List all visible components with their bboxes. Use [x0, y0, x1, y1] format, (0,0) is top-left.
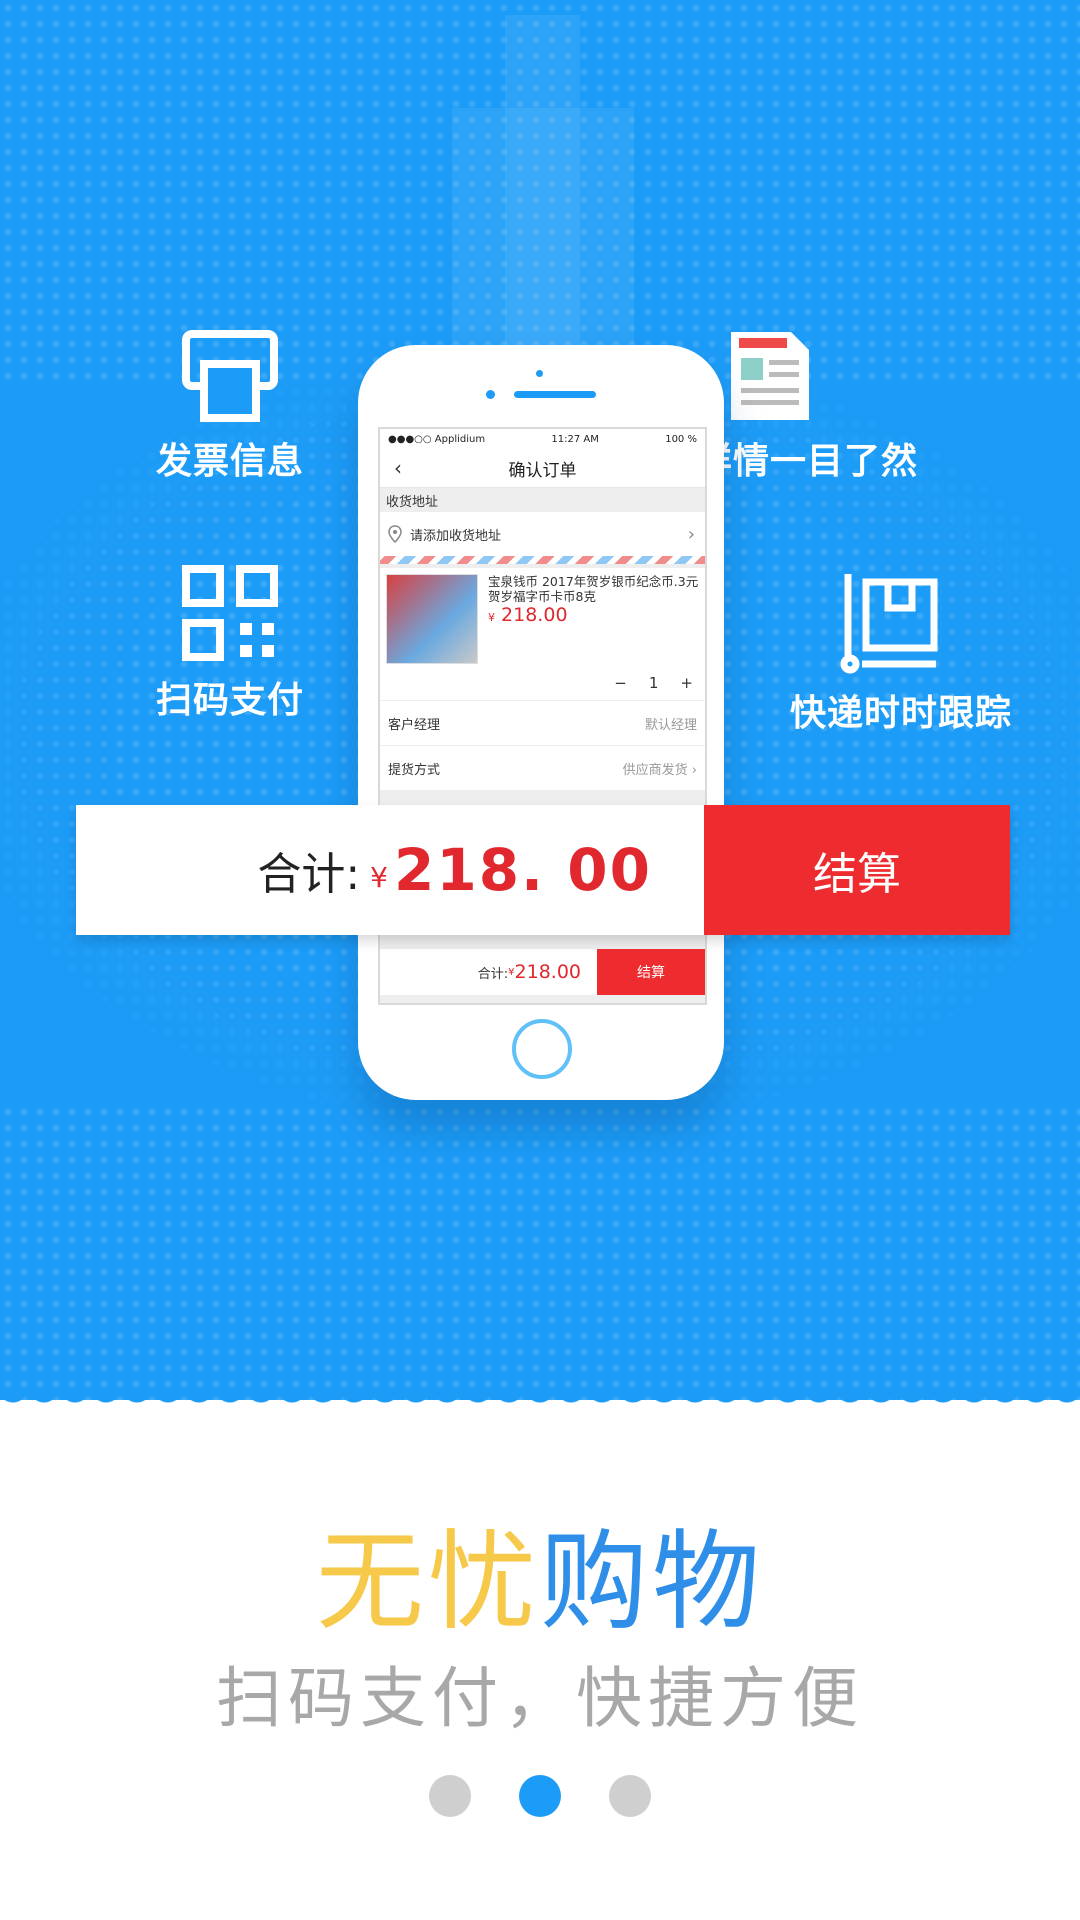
qty-plus-button[interactable]: + [680, 674, 693, 692]
home-button [512, 1019, 572, 1079]
manager-row[interactable]: 客户经理 默认经理 [380, 701, 705, 746]
phone-checkout-bar: 合计: ¥218.00 结算 [380, 949, 705, 995]
total-label: 合计: [257, 849, 361, 900]
phone-speaker [514, 391, 596, 398]
feature-invoice: 发票信息 [140, 330, 320, 484]
document-icon [731, 332, 809, 420]
page-dot[interactable] [429, 1775, 471, 1817]
nav-title: 确认订单 [508, 460, 577, 481]
status-bar: ●●●○○ Applidium 11:27 AM 100 % [380, 429, 705, 449]
total-amount: 218. 00 [393, 836, 652, 904]
phone-pay-button[interactable]: 结算 [597, 949, 705, 995]
subtitle: 扫码支付，快捷方便 [216, 1660, 864, 1737]
currency-symbol: ¥ [370, 860, 388, 894]
feature-invoice-label: 发票信息 [155, 441, 304, 482]
add-address-row[interactable]: 请添加收货地址 › [380, 512, 705, 556]
qr-code-icon [182, 565, 278, 661]
page-dot-active[interactable] [519, 1775, 561, 1817]
delivery-method-row[interactable]: 提货方式 供应商发货 › [380, 746, 705, 791]
product-name: 宝泉钱币 2017年贺岁银币纪念币.3元贺岁福字币卡币8克 [488, 574, 699, 604]
product-card: 宝泉钱币 2017年贺岁银币纪念币.3元贺岁福字币卡币8克 ¥ 218.00 [380, 568, 705, 666]
product-thumbnail [386, 574, 478, 664]
feature-scan-pay: 扫码支付 [140, 565, 320, 723]
checkout-button[interactable]: 结算 [704, 805, 1010, 935]
chevron-right-icon: › [687, 523, 695, 545]
feature-tracking: 快递时时跟踪 [790, 570, 1013, 736]
hero-banner: 发票信息 订单详情一目了然 扫码支付 快递时时跟踪 ●●●○○ Applidiu… [0, 0, 1080, 1400]
airmail-stripe [380, 556, 705, 564]
checkout-callout: 合计: ¥ 218. 00 结算 [76, 805, 1010, 935]
delivery-box-icon [840, 574, 938, 674]
qty-value: 1 [648, 674, 659, 692]
qty-minus-button[interactable]: − [614, 674, 627, 692]
page-dot[interactable] [609, 1775, 651, 1817]
printer-icon [182, 330, 278, 422]
feature-scan-pay-label: 扫码支付 [155, 680, 304, 721]
quantity-stepper: − 1 + [380, 666, 705, 701]
phone-total: 218.00 [514, 961, 581, 983]
phone-mockup: ●●●○○ Applidium 11:27 AM 100 % ‹ 确认订单 收货… [358, 345, 724, 1100]
add-address-label: 请添加收货地址 [410, 528, 502, 544]
feature-tracking-label: 快递时时跟踪 [790, 693, 1013, 734]
location-pin-icon [388, 525, 402, 543]
page-indicator [0, 1775, 1080, 1817]
nav-bar: ‹ 确认订单 [380, 449, 705, 488]
product-price: ¥ 218.00 [488, 604, 568, 626]
scalloped-edge [0, 1388, 1080, 1414]
headline: 无忧购物 [315, 1520, 765, 1645]
address-section-title: 收货地址 [386, 494, 439, 510]
back-icon[interactable]: ‹ [394, 456, 402, 480]
